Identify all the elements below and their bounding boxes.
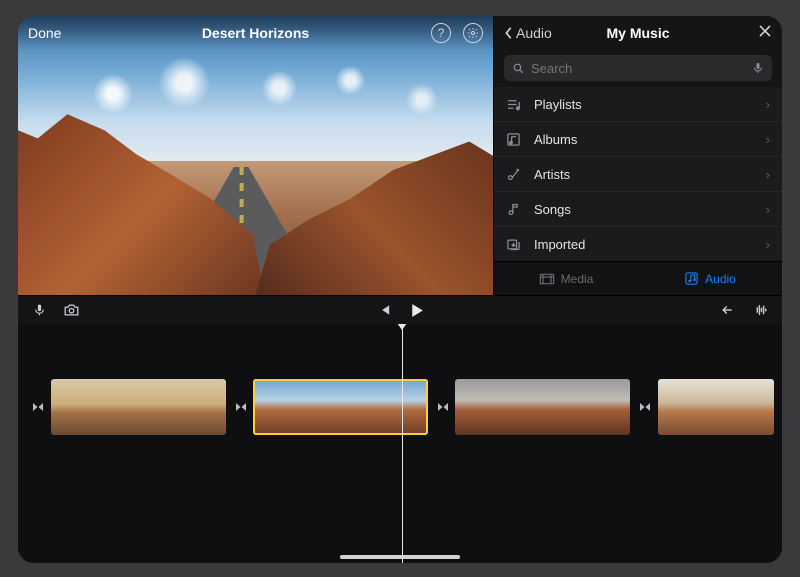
- timeline[interactable]: [18, 324, 782, 563]
- row-imported[interactable]: Imported ›: [494, 227, 782, 261]
- waveform-button[interactable]: [752, 301, 770, 319]
- clips-track: [18, 374, 782, 440]
- chevron-right-icon: ›: [766, 202, 770, 217]
- row-label: Artists: [534, 167, 570, 182]
- preview-image: [18, 16, 493, 295]
- clip-thumbnail: [51, 379, 109, 435]
- transition-handle[interactable]: [638, 379, 652, 435]
- skip-back-icon: [377, 303, 392, 317]
- imported-icon: [506, 237, 522, 252]
- back-button[interactable]: Audio: [504, 25, 552, 41]
- clip-thumbnail: [455, 379, 513, 435]
- clip-thumbnail: [109, 379, 167, 435]
- clip-thumbnail: [312, 379, 370, 435]
- home-indicator: [340, 555, 460, 559]
- chevron-left-icon: [504, 26, 514, 40]
- device-frame: Done Desert Horizons ?: [0, 0, 800, 577]
- clip-thumbnail: [370, 379, 428, 435]
- clip-thumbnail: [716, 379, 774, 435]
- chevron-right-icon: ›: [766, 237, 770, 252]
- transition-handle[interactable]: [234, 379, 248, 435]
- music-tabs: Media Audio: [494, 261, 782, 295]
- chevron-right-icon: ›: [766, 97, 770, 112]
- row-artists[interactable]: Artists ›: [494, 157, 782, 192]
- row-label: Songs: [534, 202, 571, 217]
- done-button[interactable]: Done: [28, 25, 61, 41]
- waveform-icon: [753, 303, 770, 317]
- songs-icon: [506, 202, 522, 217]
- row-songs[interactable]: Songs ›: [494, 192, 782, 227]
- music-browser: Audio My Music: [493, 16, 782, 295]
- mic-icon[interactable]: [752, 61, 764, 75]
- upper-area: Done Desert Horizons ?: [18, 16, 782, 296]
- help-icon: ?: [438, 26, 445, 40]
- row-label: Imported: [534, 237, 585, 252]
- clip-thumbnail: [514, 379, 572, 435]
- undo-button[interactable]: [720, 301, 738, 319]
- voiceover-button[interactable]: [30, 301, 48, 319]
- audio-icon: [684, 271, 699, 286]
- album-icon: [506, 132, 522, 147]
- tab-audio[interactable]: Audio: [638, 262, 782, 295]
- close-icon: [758, 24, 772, 38]
- clip-thumbnail: [253, 379, 311, 435]
- music-list: Playlists › Albums › Artis: [494, 87, 782, 261]
- microphone-icon: [33, 302, 46, 318]
- undo-icon: [721, 303, 738, 317]
- timeline-clip[interactable]: [658, 379, 774, 435]
- tab-media-label: Media: [561, 272, 594, 286]
- row-playlists[interactable]: Playlists ›: [494, 87, 782, 122]
- clip-thumbnail: [658, 379, 716, 435]
- preview-pane: Done Desert Horizons ?: [18, 16, 493, 295]
- search-field[interactable]: [504, 55, 772, 81]
- timeline-clip[interactable]: [455, 379, 630, 435]
- row-albums[interactable]: Albums ›: [494, 122, 782, 157]
- search-wrap: [494, 50, 782, 87]
- row-label: Playlists: [534, 97, 582, 112]
- chevron-right-icon: ›: [766, 132, 770, 147]
- camera-icon: [63, 303, 80, 317]
- chevron-right-icon: ›: [766, 167, 770, 182]
- transition-handle[interactable]: [32, 379, 46, 435]
- project-title: Desert Horizons: [18, 25, 493, 41]
- music-header: Audio My Music: [494, 16, 782, 50]
- app-screen: Done Desert Horizons ?: [18, 16, 782, 563]
- row-label: Albums: [534, 132, 577, 147]
- close-button[interactable]: [758, 24, 772, 43]
- clip-thumbnail: [572, 379, 630, 435]
- tab-audio-label: Audio: [705, 272, 736, 286]
- timeline-toolbar: [18, 296, 782, 324]
- preview-toolbar: Done Desert Horizons ?: [18, 16, 493, 50]
- clip-thumbnail: [168, 379, 226, 435]
- playlist-icon: [506, 97, 522, 112]
- camera-button[interactable]: [62, 301, 80, 319]
- playhead[interactable]: [402, 324, 404, 563]
- search-input[interactable]: [531, 61, 746, 76]
- help-button[interactable]: ?: [431, 23, 451, 43]
- gear-icon: [467, 27, 479, 39]
- play-icon: [408, 302, 425, 319]
- artist-icon: [506, 167, 522, 182]
- play-button[interactable]: [407, 301, 425, 319]
- prev-button[interactable]: [375, 301, 393, 319]
- settings-button[interactable]: [463, 23, 483, 43]
- back-label: Audio: [516, 25, 552, 41]
- media-icon: [539, 272, 555, 286]
- timeline-clip[interactable]: [51, 379, 226, 435]
- search-icon: [512, 62, 525, 75]
- transition-handle[interactable]: [436, 379, 450, 435]
- tab-media[interactable]: Media: [494, 262, 638, 295]
